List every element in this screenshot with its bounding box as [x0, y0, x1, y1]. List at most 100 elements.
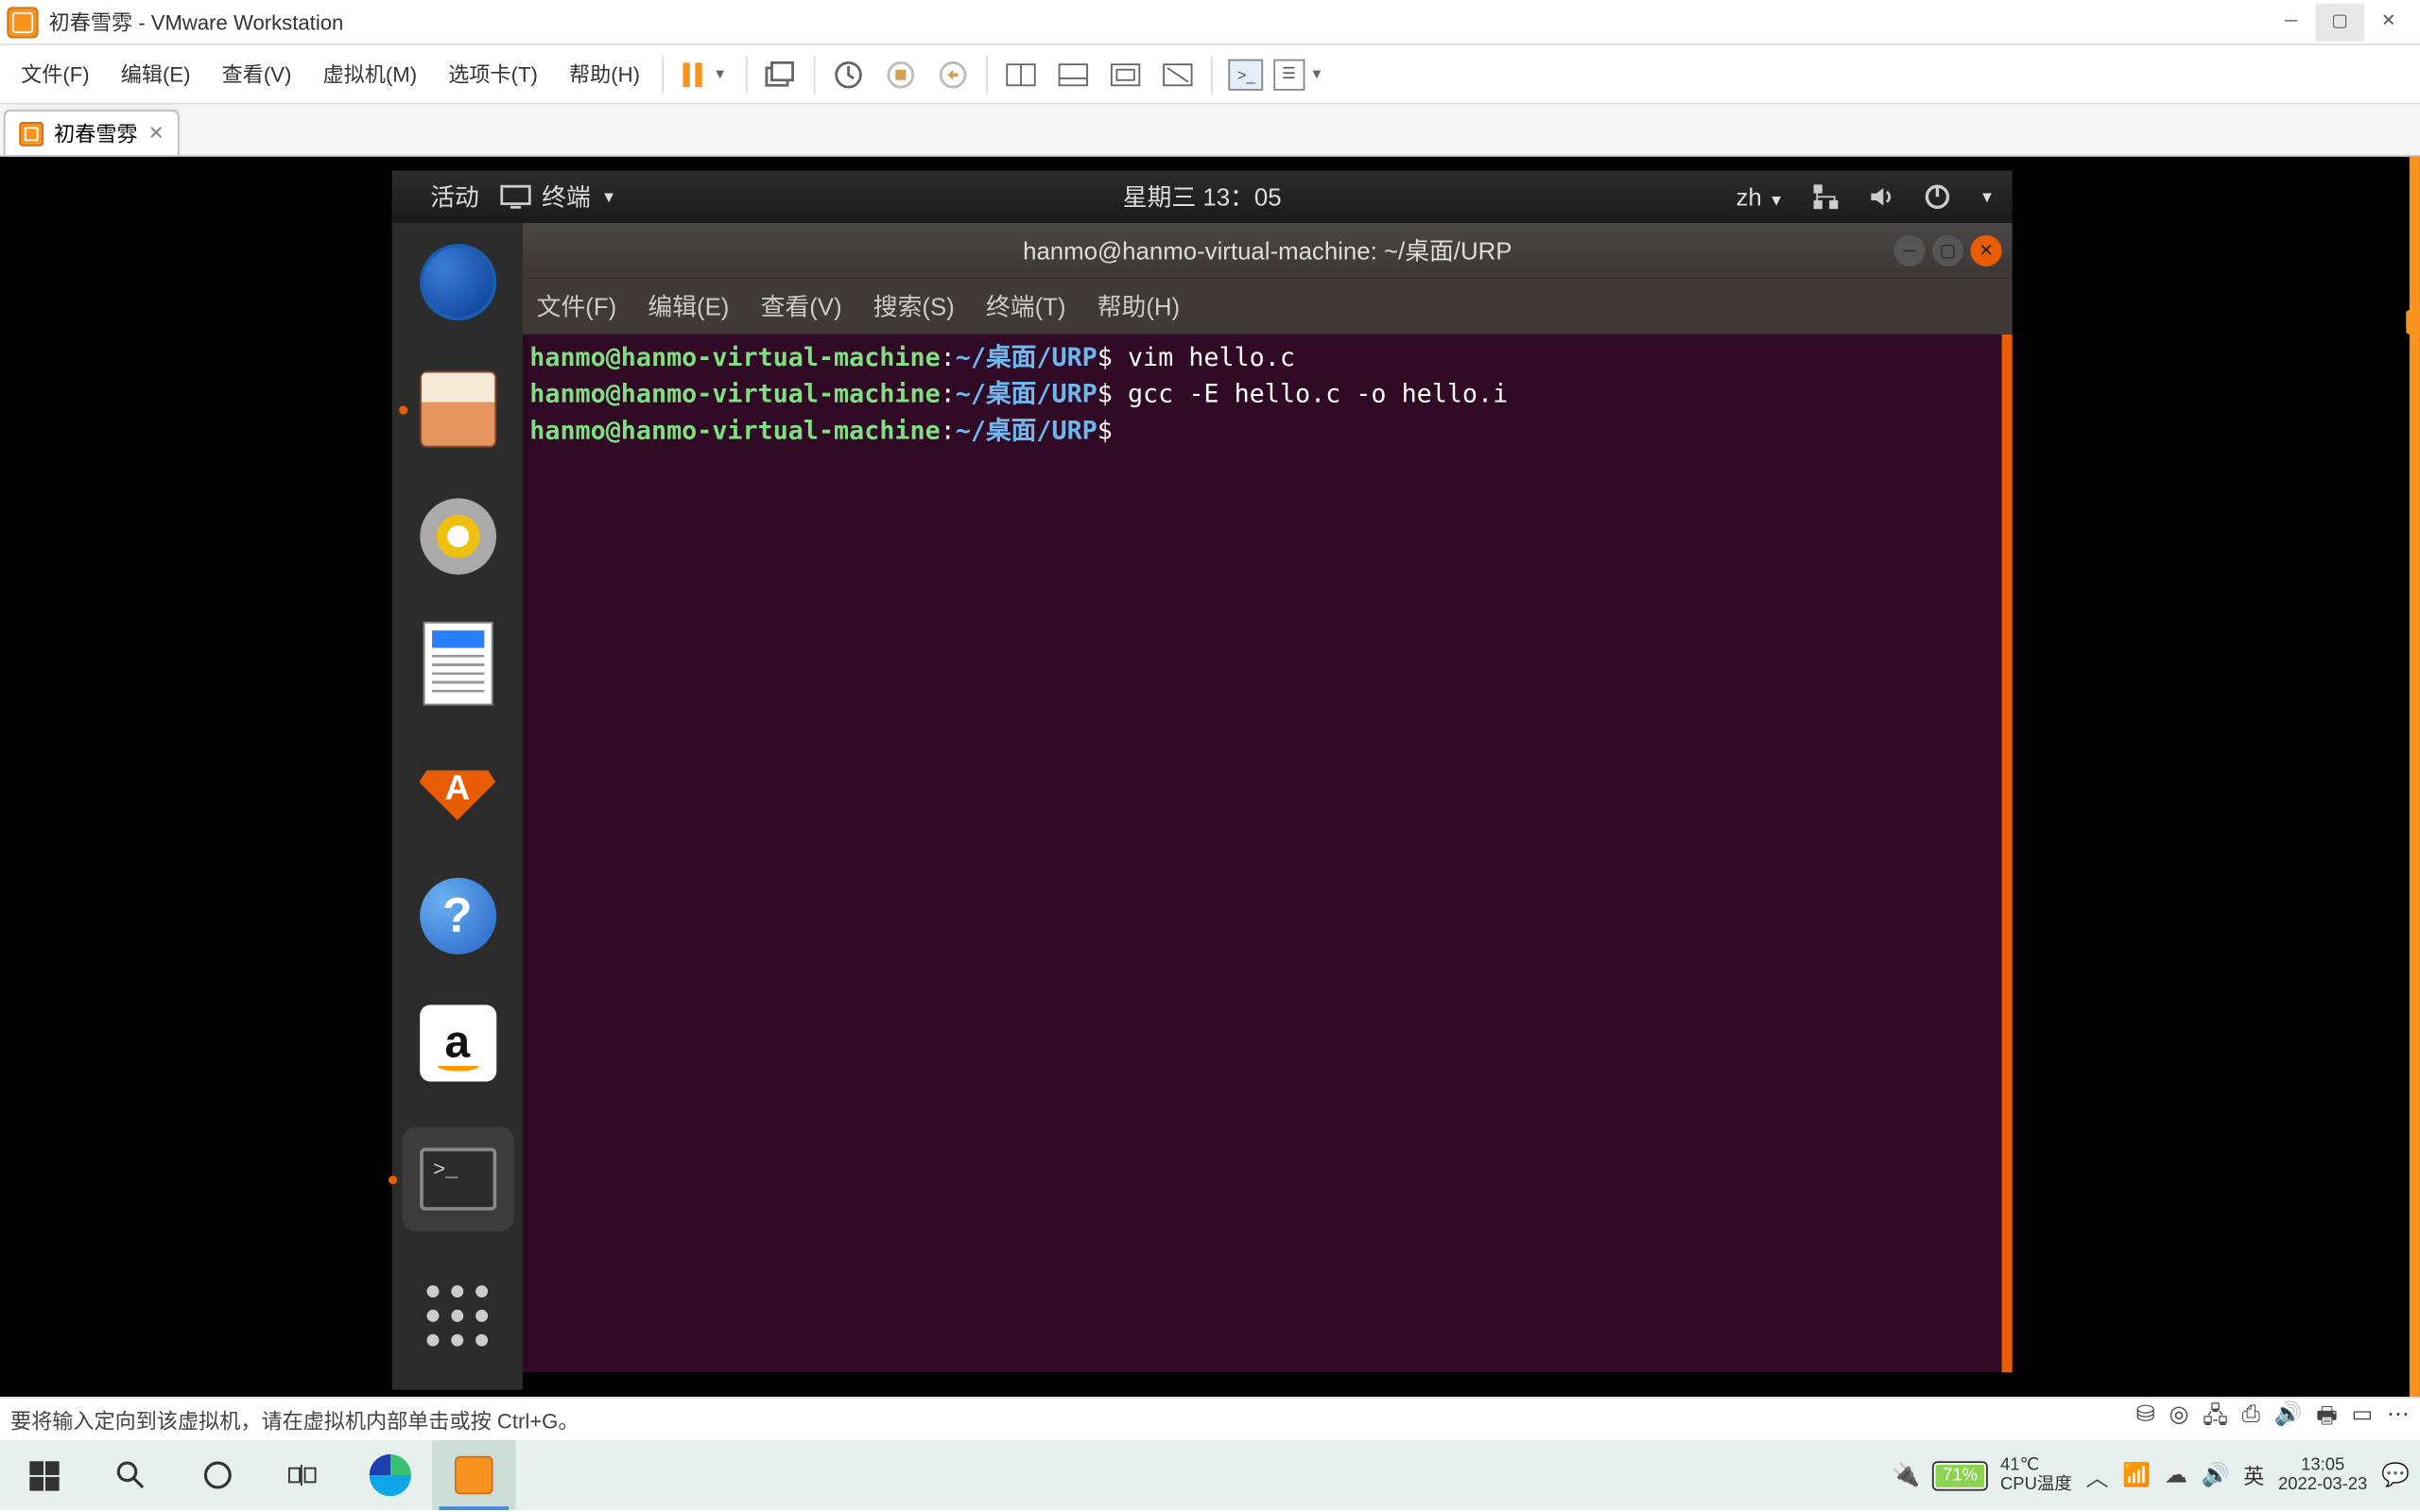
device-disk-icon[interactable]: ⛁ [2136, 1400, 2155, 1439]
edge-icon [370, 1454, 411, 1496]
amazon-icon: a [419, 1005, 495, 1081]
maximize-button[interactable]: ▢ [2315, 3, 2364, 42]
chevron-down-icon[interactable]: ▼ [1979, 188, 1995, 205]
menu-tabs[interactable]: 选项卡(T) [435, 54, 552, 94]
terminal-icon [419, 1148, 495, 1211]
status-hint: 要将输入定向到该虚拟机，请在虚拟机内部单击或按 Ctrl+G。 [10, 1404, 579, 1434]
terminal-maximize-button[interactable]: ▢ [1932, 235, 1963, 266]
taskbar-edge[interactable] [349, 1440, 432, 1510]
menu-help[interactable]: 帮助(H) [555, 54, 653, 94]
apps-grid-icon [427, 1285, 489, 1347]
menu-edit[interactable]: 编辑(E) [107, 54, 204, 94]
send-ctrl-alt-del-icon[interactable] [758, 51, 804, 96]
device-printer-icon[interactable]: 🖶 [2316, 1400, 2338, 1439]
vm-scrollbar[interactable] [2410, 157, 2420, 1397]
terminal-minimize-button[interactable]: ─ [1893, 235, 1925, 266]
wifi-icon[interactable]: 📶 [2122, 1461, 2151, 1488]
device-network-icon[interactable]: 🖧 [2203, 1400, 2228, 1439]
start-button[interactable] [0, 1440, 87, 1510]
dock-item-software[interactable]: A [412, 747, 503, 833]
device-sound-icon[interactable]: 🔊 [2274, 1400, 2303, 1439]
snapshot-manager-icon[interactable] [878, 51, 924, 96]
terminal-titlebar[interactable]: hanmo@hanmo-virtual-machine: ~/桌面/URP ─ … [523, 223, 2013, 279]
notifications-icon[interactable]: 💬 [2381, 1461, 2410, 1488]
taskview-button[interactable] [261, 1440, 348, 1510]
input-method-indicator[interactable]: zh ▼ [1736, 183, 1784, 211]
ime-indicator[interactable]: 英 [2243, 1460, 2264, 1489]
app-menu-button[interactable]: 终端 ▼ [500, 180, 616, 215]
onedrive-icon[interactable]: ☁ [2165, 1461, 2187, 1488]
pause-icon [683, 61, 702, 86]
taskbar-vmware[interactable] [432, 1440, 515, 1510]
menu-vm[interactable]: 虚拟机(M) [309, 54, 431, 94]
device-more-icon[interactable]: ⋯ [2387, 1400, 2410, 1439]
device-usb-icon[interactable]: ⎙ [2242, 1400, 2260, 1439]
term-menu-help[interactable]: 帮助(H) [1098, 289, 1180, 324]
ubuntu-dock: A ? a [392, 223, 523, 1390]
network-icon[interactable] [1812, 183, 1840, 211]
term-menu-file[interactable]: 文件(F) [537, 289, 617, 324]
files-icon [419, 371, 495, 448]
vm-display[interactable]: 活动 终端 ▼ 星期三 13：05 zh ▼ ▼ A ? a [0, 157, 2420, 1397]
taskbar-clock[interactable]: 13:05 2022-03-23 [2278, 1456, 2367, 1495]
snapshot-icon[interactable] [826, 51, 872, 96]
dock-item-thunderbird[interactable] [412, 240, 503, 325]
close-tab-icon[interactable]: ✕ [148, 122, 164, 145]
clock-label[interactable]: 星期三 13：05 [1123, 180, 1282, 215]
cmd-dropdown-button[interactable]: ☰▼ [1276, 51, 1322, 96]
sound-icon[interactable]: 🔊 [2202, 1461, 2230, 1488]
view-single-icon[interactable] [998, 51, 1044, 96]
dock-item-libreoffice[interactable] [412, 621, 503, 706]
system-tray: 🔌 71% 41℃ CPU温度 ︿ 📶 ☁ 🔊 英 13:05 2022-03-… [1892, 1456, 2420, 1495]
cpu-temp-value: 41℃ [2000, 1456, 2072, 1475]
battery-plug-icon[interactable]: 🔌 [1892, 1461, 1920, 1488]
dock-item-help[interactable]: ? [412, 874, 503, 959]
device-display-icon[interactable]: ▭ [2352, 1400, 2374, 1439]
vmware-status-bar: 要将输入定向到该虚拟机，请在虚拟机内部单击或按 Ctrl+G。 ⛁ ◎ 🖧 ⎙ … [0, 1397, 2420, 1440]
cpu-temp-label: CPU温度 [2000, 1475, 2072, 1494]
terminal-close-button[interactable]: ✕ [1970, 235, 2001, 266]
dock-show-apps[interactable] [412, 1274, 503, 1359]
term-menu-terminal[interactable]: 终端(T) [986, 289, 1066, 324]
search-icon [115, 1459, 147, 1490]
term-menu-view[interactable]: 查看(V) [761, 289, 842, 324]
dock-item-files[interactable] [412, 367, 503, 452]
terminal-line: hanmo@hanmo-virtual-machine:~/桌面/URP$ vi… [529, 341, 1995, 378]
device-cd-icon[interactable]: ◎ [2169, 1400, 2189, 1439]
menu-view[interactable]: 查看(V) [208, 54, 305, 94]
volume-icon[interactable] [1868, 183, 1895, 211]
tray-expand-icon[interactable]: ︿ [2086, 1459, 2109, 1492]
minimize-button[interactable]: ─ [2267, 3, 2316, 42]
fullscreen-icon[interactable] [1103, 51, 1149, 96]
activities-button[interactable]: 活动 [409, 180, 500, 215]
chevron-down-icon[interactable]: ▼ [713, 66, 727, 82]
menu-file[interactable]: 文件(F) [7, 54, 103, 94]
search-button[interactable] [87, 1440, 174, 1510]
vm-tab-icon [19, 121, 43, 146]
term-menu-search[interactable]: 搜索(S) [873, 289, 955, 324]
close-button[interactable]: ✕ [2364, 3, 2413, 42]
revert-snapshot-icon[interactable] [931, 51, 977, 96]
power-icon[interactable] [1924, 183, 1951, 211]
cmd-prompt-button[interactable]: >_ [1223, 51, 1269, 96]
vm-tab[interactable]: 初春雪雰 ✕ [4, 110, 181, 155]
dock-item-terminal[interactable] [402, 1127, 513, 1232]
pause-vm-button[interactable]: ▼ [673, 61, 737, 86]
help-icon: ? [419, 878, 495, 954]
view-console-icon[interactable] [1051, 51, 1097, 96]
cortana-button[interactable] [174, 1440, 261, 1510]
battery-indicator[interactable]: 71% [1934, 1462, 1986, 1488]
terminal-body[interactable]: hanmo@hanmo-virtual-machine:~/桌面/URP$ vi… [523, 335, 2013, 1372]
dock-item-rhythmbox[interactable] [412, 493, 503, 578]
term-menu-edit[interactable]: 编辑(E) [648, 289, 729, 324]
terminal-line: hanmo@hanmo-virtual-machine:~/桌面/URP$ gc… [529, 378, 1995, 415]
window-title: 初春雪雰 - VMware Workstation [49, 7, 344, 36]
terminal-menubar: 文件(F) 编辑(E) 查看(V) 搜索(S) 终端(T) 帮助(H) [523, 279, 2013, 335]
unity-icon[interactable] [1155, 51, 1201, 96]
guest-desktop[interactable]: 活动 终端 ▼ 星期三 13：05 zh ▼ ▼ A ? a [392, 171, 2013, 1390]
clock-time: 13:05 [2278, 1456, 2367, 1475]
windows-taskbar: 🔌 71% 41℃ CPU温度 ︿ 📶 ☁ 🔊 英 13:05 2022-03-… [0, 1440, 2420, 1510]
cpu-temp-widget[interactable]: 41℃ CPU温度 [2000, 1456, 2072, 1495]
dock-item-amazon[interactable]: a [412, 1001, 503, 1086]
clock-date: 2022-03-23 [2278, 1475, 2367, 1494]
